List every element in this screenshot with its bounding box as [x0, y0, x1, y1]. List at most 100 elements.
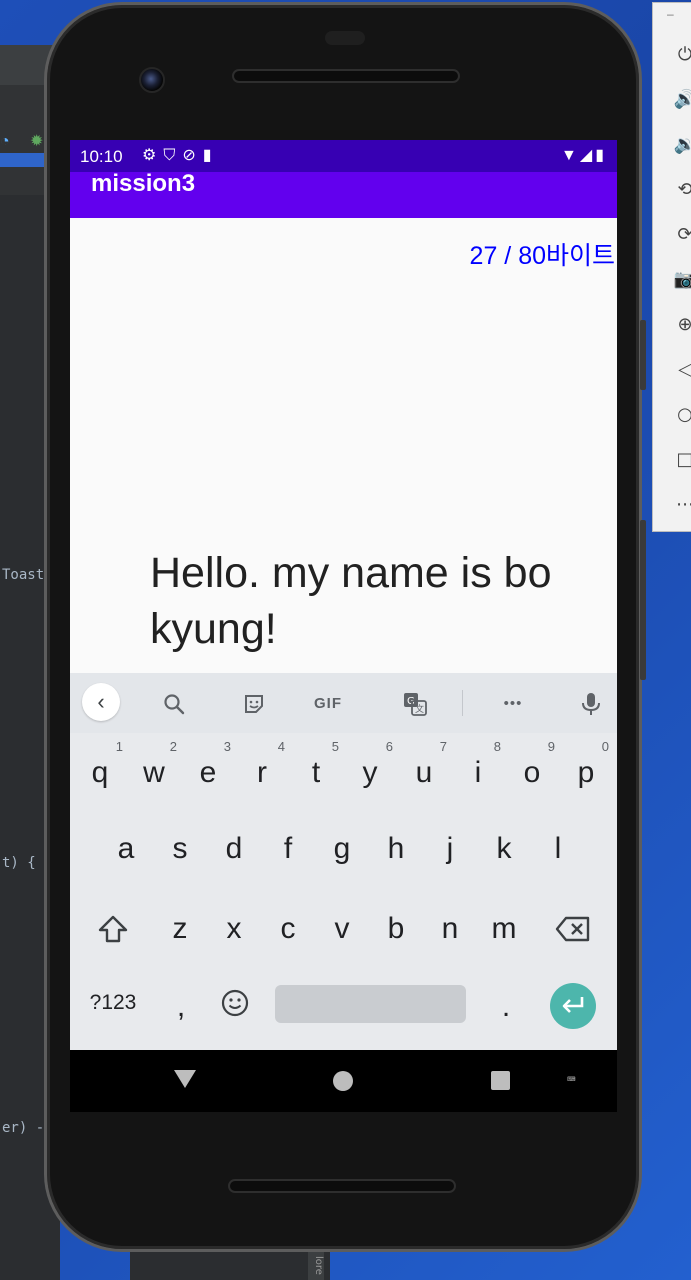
key-h[interactable]: h: [371, 819, 421, 879]
translate-icon[interactable]: G文: [398, 687, 432, 721]
data-saver-icon: ⊘: [182, 147, 203, 164]
home-icon[interactable]: ○: [673, 403, 691, 427]
app-bar: mission3: [70, 170, 617, 218]
key-hint: 9: [547, 739, 555, 754]
nav-recents-icon[interactable]: [491, 1071, 510, 1090]
rotate-right-icon[interactable]: ⟳: [673, 223, 691, 247]
more-options-icon[interactable]: •••: [496, 687, 530, 721]
front-camera: [139, 67, 165, 93]
key-c[interactable]: c: [263, 899, 313, 959]
volume-up-icon[interactable]: 🔊: [673, 88, 691, 112]
sticker-icon[interactable]: [237, 687, 271, 721]
shift-key[interactable]: [88, 899, 138, 959]
wifi-icon: ▼: [561, 147, 580, 164]
key-g[interactable]: g: [317, 819, 367, 879]
byte-counter: 27 / 80바이트: [469, 242, 615, 270]
signal-icon: ◢: [579, 147, 596, 164]
nav-home-icon[interactable]: [333, 1071, 353, 1091]
space-bar[interactable]: [275, 985, 466, 1023]
key-r[interactable]: r4: [237, 739, 287, 803]
key-hint: 0: [601, 739, 609, 754]
key-v[interactable]: v: [317, 899, 367, 959]
gif-button[interactable]: GIF: [314, 695, 342, 712]
minimize-icon[interactable]: –: [667, 7, 674, 21]
key-hint: 1: [115, 739, 123, 754]
navigation-bar: ⌨: [70, 1050, 617, 1112]
key-p[interactable]: p0: [561, 739, 611, 803]
enter-key[interactable]: [550, 983, 596, 1029]
key-hint: 5: [331, 739, 339, 754]
ide-bottom-strip: lore: [130, 1250, 330, 1280]
key-o[interactable]: o9: [507, 739, 557, 803]
period-key[interactable]: .: [481, 977, 531, 1037]
keyboard-switcher-icon[interactable]: ⌨: [567, 1072, 576, 1088]
key-e[interactable]: e3: [183, 739, 233, 803]
comma-key[interactable]: ,: [156, 977, 206, 1037]
search-icon[interactable]: [157, 687, 191, 721]
bottom-speaker: [228, 1179, 456, 1193]
key-u[interactable]: u7: [399, 739, 449, 803]
key-y[interactable]: y6: [345, 739, 395, 803]
key-k[interactable]: k: [479, 819, 529, 879]
camera-icon[interactable]: 📷: [673, 268, 691, 292]
app-title: mission3: [91, 170, 196, 197]
microphone-icon[interactable]: [574, 687, 608, 721]
key-j[interactable]: j: [425, 819, 475, 879]
debug-icon[interactable]: ✹: [30, 131, 43, 151]
key-q[interactable]: q1: [75, 739, 125, 803]
key-m[interactable]: m: [479, 899, 529, 959]
status-bar: 10:10 ⚙⛉⊘▮ ▼◢▮: [70, 140, 617, 172]
emulator-controls-panel: – ⏻ 🔊 🔉 ⟲ ⟳ 📷 ⊕ ◁ ○ □ ⋯: [652, 2, 691, 532]
key-hint: 8: [493, 739, 501, 754]
code-line: t) {: [2, 855, 36, 871]
emoji-icon[interactable]: [210, 973, 260, 1033]
device-screen: 10:10 ⚙⛉⊘▮ ▼◢▮ mission3 27 / 80바이트 Hello…: [70, 140, 617, 1050]
backspace-key[interactable]: [548, 899, 598, 959]
power-button: [640, 320, 646, 390]
profiler-icon[interactable]: ◔: [0, 133, 10, 151]
key-b[interactable]: b: [371, 899, 421, 959]
more-icon[interactable]: ⋯: [673, 493, 691, 517]
status-notification-icons: ⚙⛉⊘▮: [142, 145, 219, 165]
key-hint: 6: [385, 739, 393, 754]
key-w[interactable]: w2: [129, 739, 179, 803]
zoom-icon[interactable]: ⊕: [673, 313, 691, 337]
key-n[interactable]: n: [425, 899, 475, 959]
volume-rocker: [640, 520, 646, 680]
overview-icon[interactable]: □: [673, 448, 691, 472]
keyboard-toolbar: ‹ GIF G文 •••: [70, 673, 617, 733]
code-line: er) -: [2, 1120, 45, 1136]
key-l[interactable]: l: [533, 819, 583, 879]
key-hint: 3: [223, 739, 231, 754]
key-d[interactable]: d: [209, 819, 259, 879]
power-icon[interactable]: ⏻: [673, 43, 691, 67]
key-t[interactable]: t5: [291, 739, 341, 803]
battery-icon: ▮: [595, 147, 607, 164]
enter-icon: [562, 997, 584, 1013]
code-line: Toast: [2, 567, 45, 583]
top-speaker: [232, 69, 460, 83]
back-icon[interactable]: ◁: [673, 358, 691, 382]
key-f[interactable]: f: [263, 819, 313, 879]
key-hint: 7: [439, 739, 447, 754]
toolbar-divider: [462, 690, 463, 716]
soft-keyboard: ‹ GIF G文 ••• q1 w2 e3 r4 t5 y6 u7 i8 o9: [70, 673, 617, 1050]
volume-down-icon[interactable]: 🔉: [673, 133, 691, 157]
key-x[interactable]: x: [209, 899, 259, 959]
key-z[interactable]: z: [155, 899, 205, 959]
nav-back-icon[interactable]: [174, 1070, 196, 1088]
rotate-left-icon[interactable]: ⟲: [673, 178, 691, 202]
message-input[interactable]: Hello. my name is bo kyung!: [150, 545, 590, 657]
device-explorer-tab[interactable]: lore: [308, 1250, 324, 1280]
key-s[interactable]: s: [155, 819, 205, 879]
keyboard-back-button[interactable]: ‹: [82, 683, 120, 721]
key-hint: 4: [277, 739, 285, 754]
key-hint: 2: [169, 739, 177, 754]
status-system-icons: ▼◢▮: [561, 145, 607, 165]
key-i[interactable]: i8: [453, 739, 503, 803]
symbols-key[interactable]: ?123: [84, 973, 142, 1033]
status-time: 10:10: [80, 147, 123, 166]
svg-text:文: 文: [415, 703, 424, 715]
proximity-sensor: [325, 31, 365, 45]
key-a[interactable]: a: [101, 819, 151, 879]
